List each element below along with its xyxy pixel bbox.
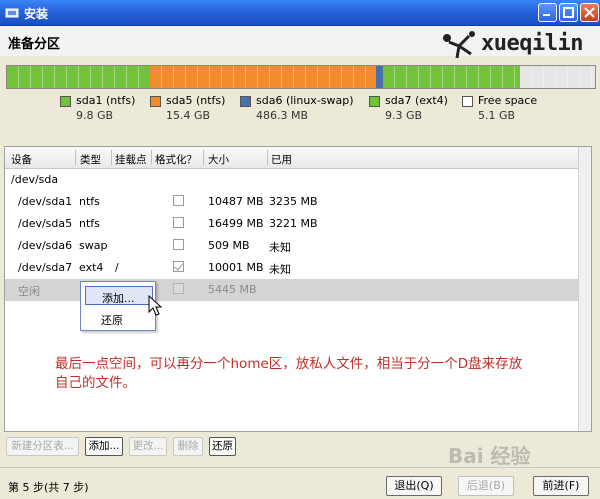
page-title: 准备分区 [8, 37, 61, 52]
column-header-mount[interactable]: 挂载点 [115, 152, 147, 167]
logo: xueqilin [439, 28, 594, 64]
format-checkbox[interactable] [173, 261, 184, 272]
table-row[interactable]: /dev/sda7 ext4 / 10001 MB 未知 [5, 257, 579, 279]
table-row[interactable]: /dev/sda5 ntfs 16499 MB 3221 MB [5, 213, 579, 235]
cell-used: 未知 [269, 241, 291, 254]
legend-swatch [369, 96, 380, 107]
annotation-text: 最后一点空间，可以再分一个home区，放私人文件，相当于分一个D盘来存放自己的文… [55, 356, 523, 391]
cell-device: 空闲 [18, 285, 40, 298]
legend-name: sda5 (ntfs) [166, 94, 226, 107]
change-partition-button[interactable]: 更改... [129, 437, 167, 456]
table-scrollbar[interactable] [578, 147, 591, 431]
logo-text: xueqilin [481, 31, 583, 56]
cell-size: 5445 MB [208, 283, 257, 296]
table-row[interactable]: /dev/sda6 swap 509 MB 未知 [5, 235, 579, 257]
maximize-button[interactable] [559, 3, 578, 22]
new-partition-table-button[interactable]: 新建分区表... [6, 437, 79, 456]
disk-segment-sda1 [7, 66, 150, 88]
cell-type: ntfs [79, 195, 100, 208]
context-menu-revert-label: 还原 [101, 314, 123, 327]
legend-swatch [240, 96, 251, 107]
format-checkbox[interactable] [173, 283, 184, 294]
cell-used: 3221 MB [269, 217, 318, 230]
cell-size: 509 MB [208, 239, 250, 252]
table-row-disk[interactable]: /dev/sda [5, 169, 579, 191]
column-header-used[interactable]: 已用 [271, 152, 292, 167]
disk-name: /dev/sda [11, 173, 59, 186]
table-header: 设备 类型 挂载点 格式化？ 大小 已用 [5, 147, 579, 169]
cell-device: /dev/sda1 [18, 195, 73, 208]
legend-size: 15.4 GB [166, 109, 211, 122]
context-menu: 添加... 还原 [80, 281, 156, 331]
revert-button[interactable]: 还原 [209, 437, 236, 456]
mouse-cursor-icon [148, 295, 162, 316]
legend-size: 9.3 GB [385, 109, 423, 122]
disk-segment-sda7 [383, 66, 520, 88]
cell-used: 3235 MB [269, 195, 318, 208]
logo-figure-icon [443, 31, 475, 59]
legend-swatch [150, 96, 161, 107]
format-checkbox[interactable] [173, 217, 184, 228]
title-bar: 安装 [0, 0, 600, 26]
format-checkbox[interactable] [173, 195, 184, 206]
minimize-icon [543, 14, 550, 16]
cell-type: ntfs [79, 217, 100, 230]
cell-mount: / [115, 261, 119, 274]
cell-device: /dev/sda7 [18, 261, 73, 274]
cell-device: /dev/sda6 [18, 239, 73, 252]
column-header-size[interactable]: 大小 [208, 152, 229, 167]
minimize-button[interactable] [538, 3, 557, 22]
format-checkbox[interactable] [173, 239, 184, 250]
legend-size: 5.1 GB [478, 109, 516, 122]
disk-legend: sda1 (ntfs) 9.8 GB sda5 (ntfs) 15.4 GB s… [0, 94, 600, 124]
back-button[interactable]: 后退(B) [458, 476, 514, 496]
column-header-type[interactable]: 类型 [80, 152, 101, 167]
close-button[interactable] [580, 3, 599, 22]
cell-used: 未知 [269, 263, 291, 276]
legend-swatch [60, 96, 71, 107]
context-menu-add[interactable]: 添加... [85, 286, 153, 305]
step-indicator: 第 5 步(共 7 步) [8, 481, 89, 494]
cell-device: /dev/sda5 [18, 217, 73, 230]
legend-name: sda6 (linux-swap) [256, 94, 354, 107]
cell-type: ext4 [79, 261, 104, 274]
table-row[interactable]: /dev/sda1 ntfs 10487 MB 3235 MB [5, 191, 579, 213]
legend-name: sda7 (ext4) [385, 94, 448, 107]
maximize-icon [563, 7, 574, 18]
column-header-format[interactable]: 格式化？ [155, 152, 197, 167]
context-menu-revert[interactable]: 还原 [85, 309, 153, 328]
add-partition-button[interactable]: 添加... [85, 437, 123, 456]
legend-swatch [462, 96, 473, 107]
quit-button[interactable]: 退出(Q) [386, 476, 442, 496]
legend-name: sda1 (ntfs) [76, 94, 136, 107]
delete-partition-button[interactable]: 删除 [173, 437, 203, 456]
disk-segment-sda6 [376, 66, 383, 88]
cell-size: 16499 MB [208, 217, 264, 230]
cell-size: 10487 MB [208, 195, 264, 208]
column-header-device[interactable]: 设备 [11, 152, 32, 167]
footer-divider [0, 467, 600, 468]
legend-size: 486.3 MB [256, 109, 309, 122]
cell-type: swap [79, 239, 108, 252]
disk-usage-bar [6, 65, 596, 89]
installer-icon [5, 8, 19, 18]
window-title: 安装 [24, 7, 49, 21]
watermark: Bai 经验 [448, 444, 531, 468]
cell-size: 10001 MB [208, 261, 264, 274]
forward-button[interactable]: 前进(F) [533, 476, 589, 496]
legend-name: Free space [478, 94, 538, 107]
disk-segment-free [520, 66, 595, 88]
context-menu-add-label: 添加... [102, 292, 135, 305]
close-icon [584, 7, 595, 18]
legend-size: 9.8 GB [76, 109, 114, 122]
disk-segment-sda5 [150, 66, 376, 88]
